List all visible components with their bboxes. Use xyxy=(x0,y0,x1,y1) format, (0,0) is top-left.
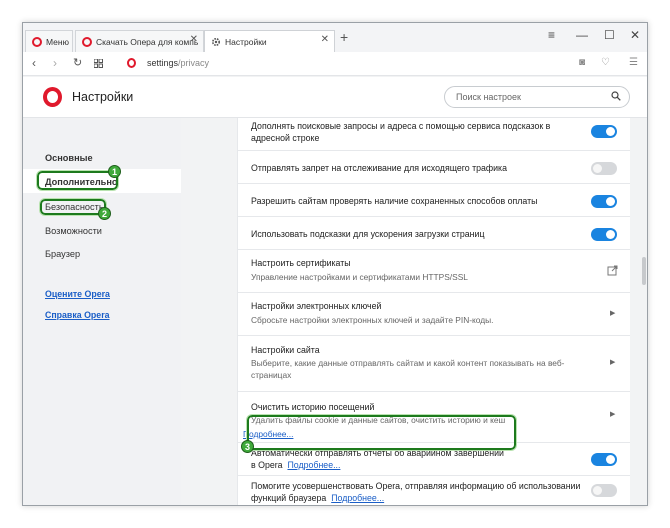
setting-title: Настройки электронных ключей xyxy=(251,301,382,311)
tab-settings[interactable]: Настройки ✕ xyxy=(204,30,335,52)
minimize-icon[interactable]: — xyxy=(576,28,588,42)
url-path: /privacy xyxy=(178,58,210,68)
external-link-icon[interactable] xyxy=(607,265,618,276)
chevron-right-icon: ▶ xyxy=(610,359,616,366)
setting-title: Настроить сертификаты xyxy=(251,258,351,268)
more-link[interactable]: Подробнее... xyxy=(331,493,384,503)
setting-row-certificates[interactable]: Настроить сертификаты Управление настрой… xyxy=(238,250,630,293)
step-badge: 3 xyxy=(241,440,254,453)
setting-title: Автоматически отправлять отчеты об авари… xyxy=(251,447,511,471)
sidebar-item-basic[interactable]: Основные xyxy=(45,153,93,163)
opera-logo-icon xyxy=(43,87,62,107)
setting-row-preload: Использовать подсказки для ускорения заг… xyxy=(238,217,630,250)
setting-title: Дополнять поисковые запросы и адреса с п… xyxy=(251,121,551,143)
opera-icon xyxy=(82,36,92,47)
heart-icon[interactable]: ♡ xyxy=(601,57,610,68)
menu-icon[interactable]: ☰ xyxy=(629,57,638,68)
close-icon[interactable]: ✕ xyxy=(321,34,329,45)
settings-content: Дополнять поисковые запросы и адреса с п… xyxy=(237,118,630,505)
plus-icon[interactable]: + xyxy=(340,29,348,45)
tab-menu[interactable]: Меню xyxy=(25,30,73,52)
setting-row-site-settings[interactable]: Настройки сайта Выберите, какие данные о… xyxy=(238,336,630,392)
reload-icon[interactable]: ↻ xyxy=(73,56,82,69)
setting-title: Разрешить сайтам проверять наличие сохра… xyxy=(251,196,538,206)
close-icon[interactable]: ✕ xyxy=(190,34,198,45)
opera-icon xyxy=(32,36,42,47)
settings-gear-icon xyxy=(211,37,221,46)
setting-subtitle: Выберите, какие данные отправлять сайтам… xyxy=(251,358,565,380)
setting-subtitle: Сбросьте настройки электронных ключей и … xyxy=(251,315,494,325)
forward-icon[interactable]: › xyxy=(53,56,57,70)
setting-row-search-suggestions: Дополнять поисковые запросы и адреса с п… xyxy=(238,118,630,151)
chevron-right-icon: ▶ xyxy=(610,310,616,317)
more-link[interactable]: Подробнее... xyxy=(287,460,340,470)
grid-icon[interactable] xyxy=(94,59,103,68)
toggle-switch[interactable] xyxy=(591,195,617,208)
step-badge: 2 xyxy=(98,207,111,220)
sidebar: Основные Дополнительно Безопасность Возм… xyxy=(23,118,181,505)
toggle-switch[interactable] xyxy=(591,484,617,497)
camera-icon[interactable]: ◙ xyxy=(579,57,585,68)
address-bar: ‹ › ↻ settings/privacy ◙ ♡ ☰ xyxy=(23,52,647,76)
scrollbar-thumb[interactable] xyxy=(642,257,646,285)
toggle-switch[interactable] xyxy=(591,162,617,175)
chevron-right-icon: ▶ xyxy=(610,411,616,418)
highlight-box xyxy=(246,414,517,451)
opera-icon xyxy=(127,58,136,68)
url-field[interactable]: settings/privacy xyxy=(147,58,209,68)
setting-title: Использовать подсказки для ускорения заг… xyxy=(251,229,485,239)
tab-label: Меню xyxy=(46,36,69,47)
search-icon[interactable] xyxy=(611,91,621,101)
close-icon[interactable]: ✕ xyxy=(630,28,640,42)
url-host: settings xyxy=(147,58,179,68)
rate-opera-link[interactable]: Оцените Opera xyxy=(45,289,110,299)
sidebar-item-browser[interactable]: Браузер xyxy=(45,249,80,259)
tab-label: Скачать Опера для компь xyxy=(96,36,199,47)
tab-download-opera[interactable]: Скачать Опера для компь ✕ xyxy=(75,30,204,52)
back-icon[interactable]: ‹ xyxy=(32,56,36,70)
opera-help-link[interactable]: Справка Opera xyxy=(45,310,110,320)
setting-row-usage-stats: Помогите усовершенствовать Opera, отправ… xyxy=(238,476,630,505)
tab-menu-icon[interactable]: ≡ xyxy=(548,28,555,42)
browser-window: Меню Скачать Опера для компь ✕ Настройки… xyxy=(22,22,648,506)
setting-title: Настройки сайта xyxy=(251,345,320,355)
search-input[interactable] xyxy=(444,86,630,108)
setting-row-do-not-track: Отправлять запрет на отслеживание для ис… xyxy=(238,151,630,184)
setting-row-security-keys[interactable]: Настройки электронных ключей Сбросьте на… xyxy=(238,293,630,336)
toggle-switch[interactable] xyxy=(591,125,617,138)
setting-title: Очистить историю посещений xyxy=(251,402,375,412)
tab-label: Настройки xyxy=(225,36,267,47)
tab-strip: Меню Скачать Опера для компь ✕ Настройки… xyxy=(23,23,647,52)
setting-title: Помогите усовершенствовать Opera, отправ… xyxy=(251,480,591,504)
toggle-switch[interactable] xyxy=(591,228,617,241)
setting-title: Отправлять запрет на отслеживание для ис… xyxy=(251,163,507,173)
setting-subtitle: Управление настройками и сертификатами H… xyxy=(251,272,468,282)
sidebar-item-features[interactable]: Возможности xyxy=(45,226,102,236)
setting-row-payment-methods: Разрешить сайтам проверять наличие сохра… xyxy=(238,184,630,217)
step-badge: 1 xyxy=(108,165,121,178)
highlight-box xyxy=(39,198,107,216)
highlight-box xyxy=(36,170,119,191)
maximize-icon[interactable]: ☐ xyxy=(604,28,615,42)
setting-title-text: Помогите усовершенствовать Opera, отправ… xyxy=(251,481,581,503)
page-title: Настройки xyxy=(72,90,134,104)
toggle-switch[interactable] xyxy=(591,453,617,466)
settings-header: Настройки xyxy=(23,77,647,118)
